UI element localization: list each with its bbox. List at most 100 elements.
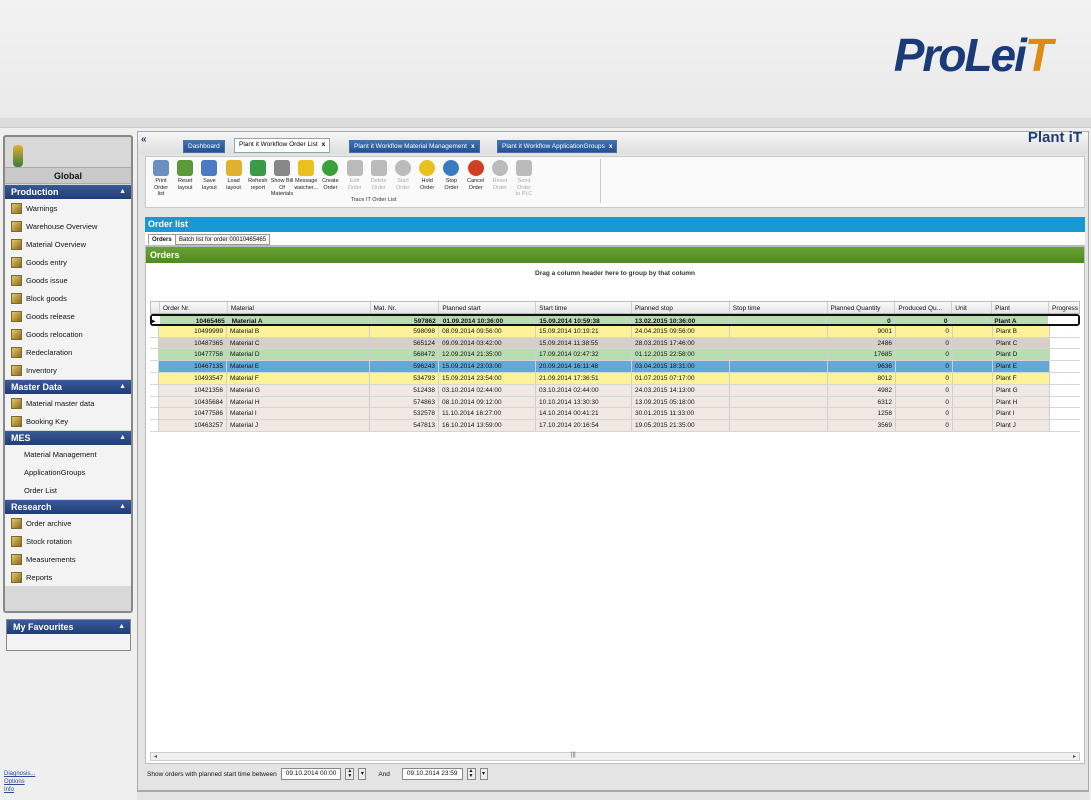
section-header-mes[interactable]: MES ▲	[5, 431, 131, 445]
column-header[interactable]: Planned Quantity	[828, 302, 896, 313]
info-link[interactable]: Info	[4, 786, 35, 794]
sidebar-item-reports[interactable]: Reports	[5, 568, 131, 586]
column-header[interactable]: Order Nr.	[160, 302, 228, 313]
reset-layout-button[interactable]: Reset layout	[173, 160, 197, 191]
chevron-up-icon[interactable]: ▲	[119, 185, 126, 199]
refresh-report-button[interactable]: Refresh report	[246, 160, 270, 191]
sidebar-item-goods-relocation[interactable]: Goods relocation	[5, 325, 131, 343]
sidebar-item-stock-rotation[interactable]: Stock rotation	[5, 532, 131, 550]
column-header[interactable]: Mat. Nr.	[371, 302, 440, 313]
table-row[interactable]: ▸ 10465465 Material A 597862 01.09.2014 10:3…	[150, 314, 1080, 326]
to-datetime-input[interactable]: 09.10.2014 23:59	[401, 768, 463, 780]
from-dropdown-icon[interactable]: ▾	[358, 768, 367, 780]
sidebar-item-warehouse-overview[interactable]: Warehouse Overview	[5, 217, 131, 235]
column-header[interactable]: Planned stop	[632, 302, 730, 313]
from-datetime-input[interactable]: 09.10.2014 00:00	[280, 768, 342, 780]
column-header[interactable]: Plant	[992, 302, 1050, 313]
scroll-thumb-grip-icon[interactable]: |||	[571, 752, 576, 758]
row-indicator[interactable]	[150, 420, 159, 431]
column-header[interactable]: Material	[228, 302, 371, 313]
section-header-research[interactable]: Research ▲	[5, 500, 131, 514]
column-header[interactable]: Produced Qu...	[895, 302, 953, 313]
tab-material-management[interactable]: Plant it Workflow Material Management x	[349, 140, 480, 153]
diagnosis-link[interactable]: Diagnosis...	[4, 770, 35, 778]
scroll-right-icon[interactable]: ▸	[1073, 753, 1076, 760]
column-header[interactable]: Progress	[1049, 302, 1079, 313]
sidebar-item-goods-entry[interactable]: Goods entry	[5, 253, 131, 271]
save-layout-button[interactable]: Save layout	[197, 160, 221, 191]
sidebar-item-booking-key[interactable]: Booking Key	[5, 412, 131, 430]
sidebar-item-warnings[interactable]: Warnings	[5, 199, 131, 217]
cancel-order-button[interactable]: Cancel Order	[464, 160, 488, 191]
tab-dashboard[interactable]: Dashboard	[183, 140, 225, 153]
sidebar-item-material-management[interactable]: Material Management	[5, 445, 131, 463]
chevron-up-icon[interactable]: ▲	[119, 380, 126, 394]
table-row[interactable]: 10463257 Material J 547813 16.10.2014 13:59…	[150, 420, 1080, 432]
table-row[interactable]: 10477586 Material I 532578 11.10.2014 16:27…	[150, 408, 1080, 421]
column-header[interactable]: Unit	[952, 302, 993, 313]
sidebar-item-material-overview[interactable]: Material Overview	[5, 235, 131, 253]
send-order-to-plc-button[interactable]: Send Order to PLC	[512, 160, 536, 198]
message-watcher-button[interactable]: Message watcher...	[294, 160, 318, 191]
close-icon[interactable]: x	[609, 143, 613, 150]
column-header[interactable]: Stop time	[730, 302, 828, 313]
close-icon[interactable]: x	[471, 143, 475, 150]
chevron-up-icon[interactable]: ▲	[119, 431, 126, 445]
subtab-batch-list[interactable]: Batch list for order 00010465465	[175, 234, 271, 245]
tab-application-groups[interactable]: Plant it Workflow ApplicationGroups x	[497, 140, 618, 153]
edit-order-button[interactable]: Edit Order	[343, 160, 367, 191]
from-spinner[interactable]: ▲ ▼	[345, 768, 355, 780]
print-order-list-button[interactable]: Print Order list	[149, 160, 173, 198]
row-indicator[interactable]	[150, 372, 159, 384]
sidebar-item-measurements[interactable]: Measurements	[5, 550, 131, 568]
subtab-orders[interactable]: Orders	[148, 234, 176, 245]
table-row[interactable]: 10435684 Material H 574863 08.10.2014 09:12…	[150, 396, 1080, 409]
create-order-button[interactable]: Create Order	[318, 160, 342, 191]
row-indicator[interactable]	[150, 384, 159, 396]
sidebar-item-goods-issue[interactable]: Goods issue	[5, 271, 131, 289]
column-header[interactable]: Planned start	[439, 302, 537, 313]
sidebar-item-material-master-data[interactable]: Material master data	[5, 394, 131, 412]
sidebar-item-redeclaration[interactable]: Redeclaration	[5, 343, 131, 361]
row-indicator[interactable]	[150, 325, 159, 337]
sidebar-item-block-goods[interactable]: Block goods	[5, 289, 131, 307]
stop-order-button[interactable]: Stop Order	[439, 160, 463, 191]
nav-back-icon[interactable]: «	[141, 134, 147, 145]
horizontal-scrollbar[interactable]: ◂ ||| ▸	[150, 752, 1080, 761]
hold-order-button[interactable]: Hold Order	[415, 160, 439, 191]
to-spinner[interactable]: ▲ ▼	[466, 768, 476, 780]
options-link[interactable]: Options	[4, 778, 35, 786]
favourites-header[interactable]: My Favourites ▲	[7, 620, 130, 634]
scroll-left-icon[interactable]: ◂	[154, 753, 157, 760]
section-header-production[interactable]: Production ▲	[5, 185, 131, 199]
sidebar-item-order-archive[interactable]: Order archive	[5, 514, 131, 532]
tab-order-list[interactable]: Plant it Workflow Order List x	[234, 138, 331, 153]
table-row[interactable]: 10421356 Material G 512438 03.10.2014 02:44…	[150, 384, 1080, 397]
row-indicator[interactable]	[150, 337, 159, 349]
row-indicator[interactable]	[150, 361, 159, 372]
start-order-button[interactable]: Start Order	[391, 160, 415, 191]
column-header[interactable]: Start time	[536, 302, 632, 313]
load-layout-button[interactable]: Load layout	[222, 160, 246, 191]
sidebar-item-inventory[interactable]: Inventory	[5, 361, 131, 379]
reset-order-button[interactable]: Reset Order	[488, 160, 512, 191]
row-indicator[interactable]: ▸	[152, 316, 161, 324]
close-icon[interactable]: x	[322, 141, 326, 148]
sidebar-item-goods-release[interactable]: Goods release	[5, 307, 131, 325]
show-bill-of-materials-button[interactable]: Show Bill Of Materials	[270, 160, 294, 198]
sidebar-item-applicationgroups[interactable]: ApplicationGroups	[5, 463, 131, 481]
group-by-area[interactable]: Drag a column header here to group by th…	[146, 263, 1084, 301]
section-header-master-data[interactable]: Master Data ▲	[5, 380, 131, 394]
table-row[interactable]: 10467135 Material E 596243 15.09.2014 23:03…	[150, 361, 1080, 373]
table-row[interactable]: 10493547 Material F 534793 15.09.2014 23:54…	[150, 372, 1080, 385]
row-indicator[interactable]	[150, 349, 159, 361]
to-dropdown-icon[interactable]: ▾	[479, 768, 488, 780]
table-row[interactable]: 10487365 Material C 565124 09.09.2014 03:42…	[150, 337, 1080, 350]
row-indicator[interactable]	[150, 408, 159, 420]
row-indicator[interactable]	[150, 396, 159, 408]
table-row[interactable]: 10477756 Material D 568472 12.09.2014 21:35…	[150, 349, 1080, 362]
user-icon[interactable]	[13, 145, 23, 167]
sidebar-item-order-list[interactable]: Order List	[5, 481, 131, 499]
delete-order-button[interactable]: Delete Order	[367, 160, 391, 191]
chevron-up-icon[interactable]: ▲	[119, 500, 126, 514]
